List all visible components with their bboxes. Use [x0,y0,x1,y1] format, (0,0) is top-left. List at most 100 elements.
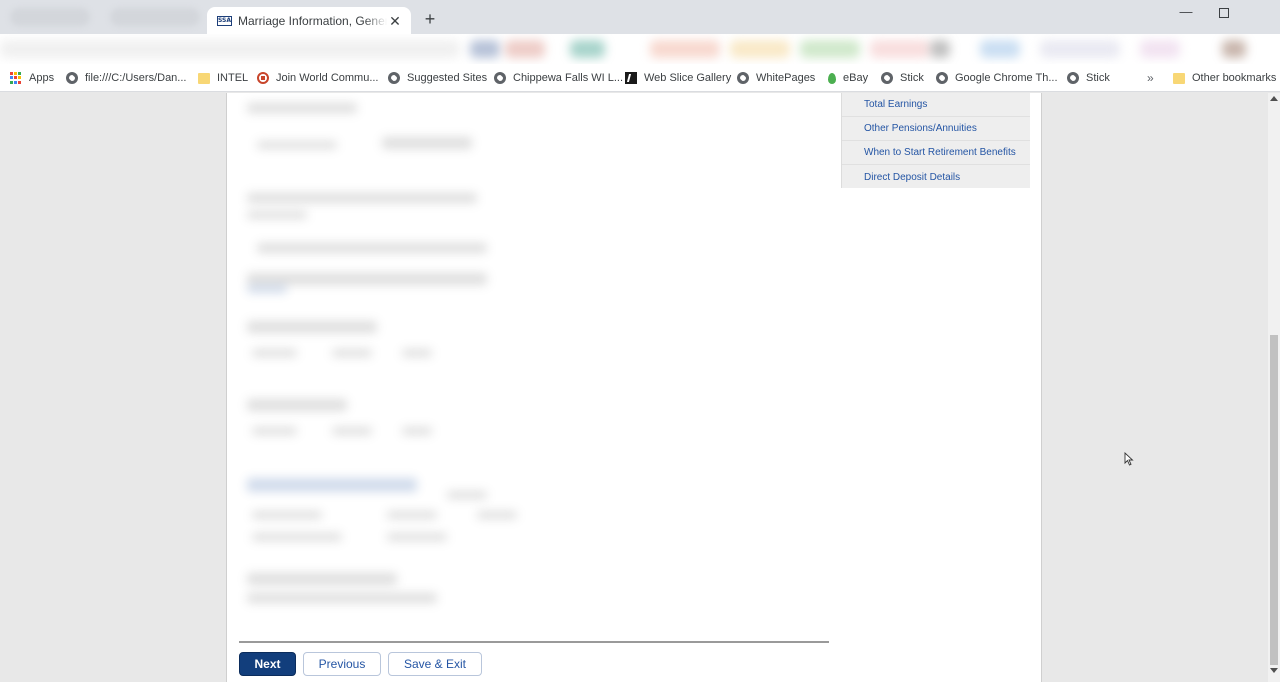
blurred-region [332,349,372,357]
bookmark-google-chrome-themes[interactable]: Google Chrome Th... [936,70,1058,86]
other-bookmarks[interactable]: Other bookmarks [1173,70,1276,86]
tab-title: Marriage Information, General A [238,13,387,28]
folder-icon [1173,72,1185,84]
blurred-region [247,273,487,285]
globe-icon [494,72,506,84]
side-nav-item-direct-deposit: Direct Deposit Details [842,165,1030,189]
bookmark-label: Apps [29,72,55,84]
active-tab[interactable]: SSA Marriage Information, General A ✕ [207,7,411,34]
bookmark-label: Google Chrome Th... [955,72,1058,84]
form-divider [239,641,829,643]
bookmark-label: file:///C:/Users/Dan... [85,72,187,84]
side-nav-link[interactable]: Direct Deposit Details [864,172,960,183]
scrollbar-thumb[interactable] [1270,335,1278,665]
globe-icon [737,72,749,84]
page-viewport: Next Previous Save & Exit Total Earnings… [0,93,1268,682]
bookmark-label: Chippewa Falls WI L... [513,72,624,84]
blurred-region [650,40,720,58]
blurred-region [257,243,487,253]
blurred-region [247,593,437,603]
web-slice-icon [625,72,637,84]
blurred-region [0,40,460,58]
bookmark-label: Stick [1086,72,1110,84]
bookmark-stick-2[interactable]: Stick [1067,70,1110,86]
blurred-region [257,141,337,149]
globe-icon [1067,72,1079,84]
join-icon [257,72,269,84]
browser-tab-strip: SSA Marriage Information, General A ✕ + … [0,0,1280,34]
blurred-region [247,478,417,492]
blurred-region [387,511,437,519]
blurred-region [1140,40,1180,58]
globe-icon [881,72,893,84]
new-tab-button[interactable]: + [420,9,440,29]
bookmark-label: eBay [843,72,869,84]
bookmark-label: Suggested Sites [407,72,488,84]
blurred-region [247,285,287,293]
blurred-region [980,40,1020,58]
scroll-up-arrow-icon[interactable] [1270,96,1278,101]
window-minimize-button[interactable]: — [1166,2,1206,22]
save-and-exit-button[interactable]: Save & Exit [388,652,482,676]
side-nav-link[interactable]: When to Start Retirement Benefits [864,147,1016,158]
blurred-region [332,427,372,435]
globe-icon [66,72,78,84]
bookmark-ebay[interactable]: eBay [828,70,868,86]
bookmark-stick[interactable]: Stick [881,70,924,86]
scroll-down-arrow-icon[interactable] [1270,668,1278,673]
bookmark-apps[interactable]: Apps [10,70,54,86]
bookmark-label: Join World Commu... [276,72,379,84]
blurred-region [247,399,347,411]
window-maximize-button[interactable] [1204,2,1244,22]
bookmark-file[interactable]: file:///C:/Users/Dan... [66,70,186,86]
blurred-region [252,427,297,435]
ebay-pin-icon [828,72,836,84]
blurred-region [570,40,605,58]
blurred-region [447,491,487,499]
apps-icon [10,72,22,84]
side-nav-link[interactable]: Total Earnings [864,99,927,110]
bookmark-suggested-sites[interactable]: Suggested Sites [388,70,487,86]
blurred-region [470,40,500,58]
blurred-region [247,193,477,203]
blurred-region [252,511,322,519]
blurred-region [402,427,432,435]
bookmarks-bar: Apps file:///C:/Users/Dan... INTEL Join … [0,64,1280,92]
bookmark-intel[interactable]: INTEL [198,70,248,86]
bookmark-label: WhitePages [756,72,816,84]
blurred-region [870,40,930,58]
bookmark-web-slice-gallery[interactable]: Web Slice Gallery [625,70,731,86]
blurred-region [252,533,342,541]
tab-close-icon[interactable]: ✕ [387,13,403,29]
previous-button[interactable]: Previous [303,652,381,676]
blurred-region [382,137,472,149]
blurred-region [247,211,307,219]
blurred-region [800,40,860,58]
content-panel: Next Previous Save & Exit Total Earnings… [226,93,1042,682]
globe-icon [936,72,948,84]
blurred-region [1222,40,1246,58]
mouse-cursor-icon [1124,452,1134,466]
blurred-region [247,321,377,333]
blurred-region [10,8,90,26]
next-button[interactable]: Next [239,652,296,676]
bookmark-chippewa-falls[interactable]: Chippewa Falls WI L... [494,70,623,86]
bookmarks-overflow-button[interactable]: » [1147,70,1154,86]
side-nav-link[interactable]: Other Pensions/Annuities [864,123,977,134]
bookmark-label: Web Slice Gallery [644,72,732,84]
blurred-region [387,533,447,541]
blurred-region [730,40,790,58]
bookmark-whitepages[interactable]: WhitePages [737,70,815,86]
browser-toolbar-blurred [0,34,1280,64]
bookmark-join-world[interactable]: Join World Commu... [257,70,379,86]
blurred-region [477,511,517,519]
side-nav-item-total-earnings: Total Earnings [842,93,1030,117]
blurred-region [1040,40,1120,58]
page-scrollbar[interactable] [1268,93,1280,682]
ssa-favicon-icon: SSA [217,15,232,26]
blurred-region [930,40,950,58]
bookmark-label: Stick [900,72,924,84]
blurred-region [252,349,297,357]
blurred-region [402,349,432,357]
form-area-blurred [237,93,827,638]
